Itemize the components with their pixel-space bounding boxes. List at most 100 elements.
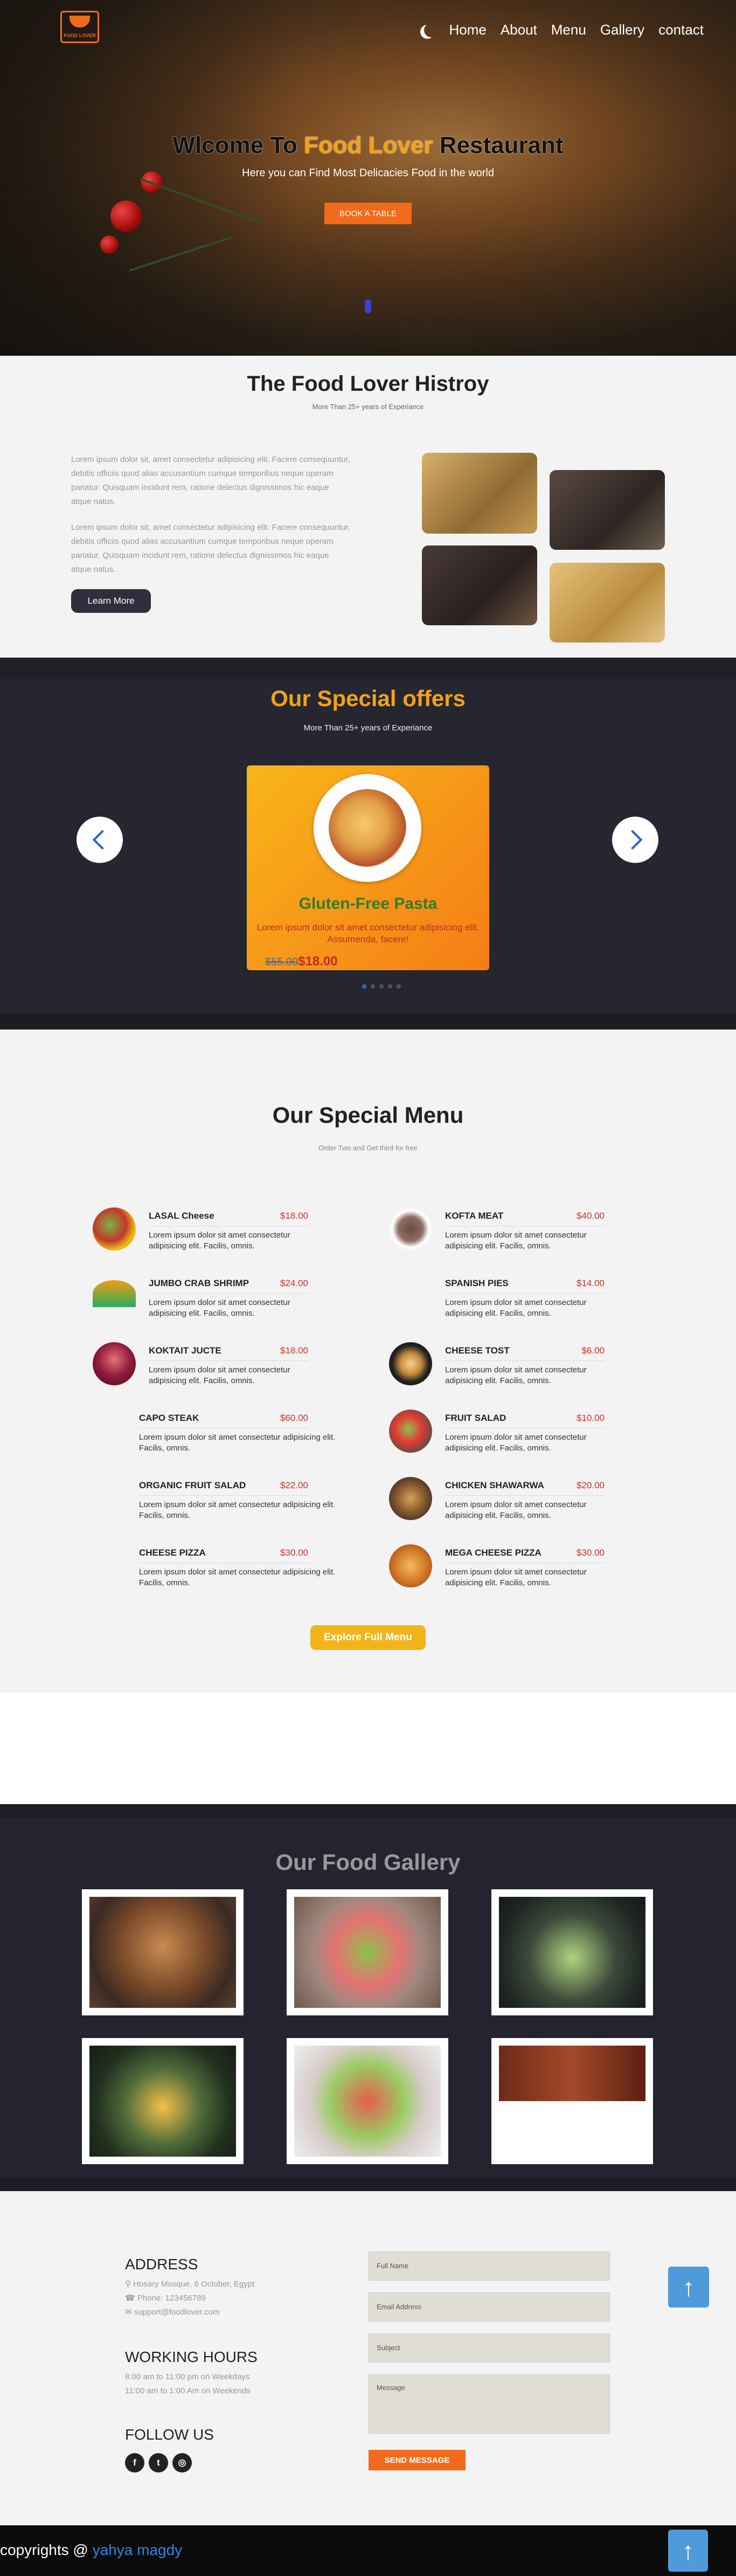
gallery-title: Our Food Gallery xyxy=(275,1849,461,1875)
nav-home[interactable]: Home xyxy=(449,22,486,38)
menu-item-name: CHICKEN SHAWARWA xyxy=(445,1480,544,1490)
pot-icon xyxy=(70,16,90,27)
tomato-decoration xyxy=(110,201,142,232)
subject-field[interactable]: Subject xyxy=(369,2333,610,2363)
menu-section: Our Special Menu Order Two and Get third… xyxy=(0,1030,736,1693)
menu-item-name: JUMBO CRAB SHRIMP xyxy=(149,1278,249,1288)
site-logo[interactable]: FOOD LOVER xyxy=(60,11,99,43)
email-icon: ✉ xyxy=(125,2308,134,2317)
location-icon: ⚲ xyxy=(125,2280,134,2289)
phone-icon: ☎ xyxy=(125,2294,137,2303)
menu-item-price: $24.00 xyxy=(280,1278,308,1288)
logo-text: FOOD LOVER xyxy=(64,33,96,38)
menu-item-price: $18.00 xyxy=(280,1345,308,1356)
menu-item-price: $30.00 xyxy=(577,1548,605,1558)
instagram-icon[interactable]: ◎ xyxy=(172,2453,192,2473)
nav-gallery[interactable]: Gallery xyxy=(600,22,644,38)
chevron-right-icon xyxy=(622,830,643,850)
gallery-section: Our Food Gallery xyxy=(0,1804,736,2191)
menu-item-image xyxy=(389,1544,432,1587)
slider-dot[interactable] xyxy=(371,984,375,989)
learn-more-button[interactable]: Learn More xyxy=(71,589,151,613)
offers-subtitle: More Than 25+ years of Experiance xyxy=(303,723,433,733)
menu-item-divider xyxy=(445,1293,605,1294)
scroll-indicator xyxy=(365,299,371,313)
gallery-image xyxy=(89,2046,236,2157)
gallery-item[interactable] xyxy=(287,2038,448,2164)
nav-about[interactable]: About xyxy=(501,22,537,38)
menu-item-name: ORGANIC FRUIT SALAD xyxy=(139,1480,246,1490)
email-field[interactable]: Email Address xyxy=(369,2292,610,2322)
menu-item-desc: Lorem ipsum dolor sit amet consectetur a… xyxy=(139,1433,336,1453)
hours-title: WORKING HOURS xyxy=(125,2349,258,2365)
history-image xyxy=(422,453,537,534)
slider-dot[interactable] xyxy=(397,984,401,989)
menu-item-divider xyxy=(445,1360,605,1361)
copyright: copyrights @ yahya magdy xyxy=(0,2542,182,2559)
twitter-icon[interactable]: t xyxy=(149,2453,168,2473)
gallery-item[interactable] xyxy=(491,2038,653,2164)
gallery-image xyxy=(499,2046,645,2101)
menu-item-price: $20.00 xyxy=(577,1480,605,1490)
hours-line: 11:00 am to 1:00 Am on Weekends xyxy=(125,2386,251,2395)
nav-contact[interactable]: contact xyxy=(658,22,704,38)
gallery-item[interactable] xyxy=(287,1889,448,2015)
slider-dot[interactable] xyxy=(388,984,392,989)
gallery-item[interactable] xyxy=(82,1889,244,2015)
address-title: ADDRESS xyxy=(125,2256,198,2273)
history-subtitle: More Than 25+ years of Experiance xyxy=(312,403,424,411)
offer-description: Lorem ipsum dolor sit amet consectetur a… xyxy=(256,922,480,944)
offers-border-top xyxy=(0,658,736,679)
menu-item-name: FRUIT SALAD xyxy=(445,1413,506,1423)
menu-item-desc: Lorem ipsum dolor sit amet consectetur a… xyxy=(445,1231,587,1251)
contact-section: ADDRESS ⚲ Hosary Mosque, 6 October, Egyp… xyxy=(0,2191,736,2525)
next-slide-button[interactable] xyxy=(612,817,658,863)
offer-name: Gluten-Free Pasta xyxy=(298,895,438,913)
scroll-top-button[interactable]: ↑ xyxy=(668,2267,709,2308)
dark-mode-toggle-icon[interactable] xyxy=(424,23,438,37)
history-image xyxy=(422,545,537,625)
offer-new-price: $18.00 xyxy=(298,954,338,969)
tomato-decoration xyxy=(100,236,119,254)
menu-item-name: SPANISH PIES xyxy=(445,1278,509,1288)
gallery-item[interactable] xyxy=(82,2038,244,2164)
menu-item-price: $60.00 xyxy=(280,1413,308,1423)
history-text: Lorem ipsum dolor sit, amet consectetur … xyxy=(71,453,351,589)
menu-item-image xyxy=(389,1410,432,1453)
facebook-icon[interactable]: f xyxy=(125,2453,144,2473)
offer-card[interactable]: Gluten-Free Pasta Lorem ipsum dolor sit … xyxy=(247,765,489,970)
menu-item-price: $18.00 xyxy=(280,1211,308,1221)
menu-item-divider xyxy=(149,1360,308,1361)
hero-section: FOOD LOVER Home About Menu Gallery conta… xyxy=(0,0,736,356)
address-line: ✉ support@foodlover.com xyxy=(125,2305,254,2319)
menu-item-image xyxy=(389,1207,432,1251)
prev-slide-button[interactable] xyxy=(77,817,123,863)
gallery-item[interactable] xyxy=(491,1889,653,2015)
history-title: The Food Lover Histroy xyxy=(247,372,489,396)
slider-dot[interactable] xyxy=(379,984,384,989)
hours-lines: 8:00 am to 11:00 pm on Weekdays 11:00 am… xyxy=(125,2370,251,2398)
menu-item-desc: Lorem ipsum dolor sit amet consectetur a… xyxy=(139,1567,336,1587)
menu-item-image xyxy=(93,1280,136,1307)
slider-dots xyxy=(362,984,401,989)
history-image xyxy=(550,563,665,643)
name-field[interactable]: Full Name xyxy=(369,2252,610,2281)
menu-subtitle: Order Two and Get third for free xyxy=(318,1144,418,1152)
menu-item-price: $30.00 xyxy=(280,1548,308,1558)
send-message-button[interactable]: SEND MESSAGE xyxy=(369,2450,466,2470)
hero-title-highlight: Food Lover xyxy=(304,132,433,158)
menu-item-desc: Lorem ipsum dolor sit amet consectetur a… xyxy=(445,1567,587,1587)
menu-item-price: $10.00 xyxy=(577,1413,605,1423)
nav-menu[interactable]: Menu xyxy=(551,22,586,38)
menu-item-name: KOFTA MEAT xyxy=(445,1211,504,1221)
gallery-image xyxy=(499,1897,645,2008)
chevron-left-icon xyxy=(92,830,113,850)
explore-menu-button[interactable]: Explore Full Menu xyxy=(310,1625,426,1650)
menu-item-name: KOKTAIT JUCTE xyxy=(149,1345,221,1356)
message-field[interactable]: Message xyxy=(369,2374,610,2434)
scroll-top-button[interactable]: ↑ xyxy=(668,2530,708,2572)
slider-dot[interactable] xyxy=(362,984,366,989)
author-link[interactable]: yahya magdy xyxy=(93,2542,183,2558)
book-table-button[interactable]: BOOK A TABLE xyxy=(324,203,412,224)
address-line: ☎ Phone: 123456789 xyxy=(125,2291,254,2305)
